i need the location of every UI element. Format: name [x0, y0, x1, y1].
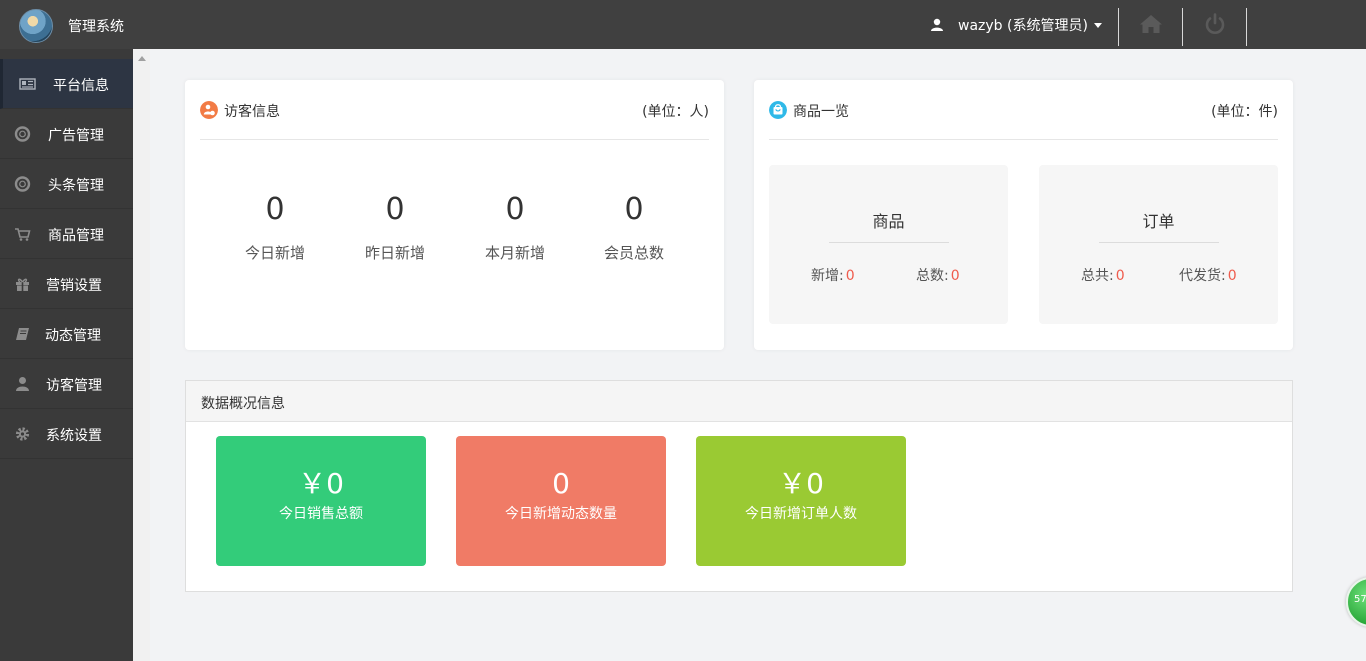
- book-icon: [16, 328, 29, 340]
- shopping-bag-icon: [769, 101, 787, 119]
- orders-summary-title: 订单: [1142, 212, 1175, 231]
- tile-today-sales: ￥0 今日销售总额: [216, 436, 426, 566]
- divider: [829, 242, 949, 243]
- lifebuoy-icon: [14, 176, 31, 192]
- goods-new-value: 0: [845, 268, 855, 284]
- stat-yesterday-new: 0 昨日新增: [335, 192, 455, 263]
- goods-summary-box: 商品 新增: 0 总数: 0: [769, 165, 1008, 324]
- floating-badge-text: 57: [1354, 594, 1366, 605]
- sidebar-item-settings[interactable]: 系统设置: [0, 409, 133, 459]
- orders-pending-label: 代发货:: [1179, 268, 1226, 284]
- goods-total-label: 总数:: [916, 268, 949, 284]
- app-title: 管理系统: [68, 19, 124, 35]
- orders-total-label: 总共:: [1081, 268, 1114, 284]
- goods-card: 商品一览 (单位：件) 商品 新增: 0 总数: 0 订单 总共: 0 代发货: 0: [754, 80, 1293, 350]
- stat-value: 0: [505, 192, 525, 227]
- user-icon: [16, 377, 29, 391]
- orders-pending: 代发货: 0: [1179, 265, 1237, 285]
- scrollbar[interactable]: [133, 49, 150, 661]
- goods-new: 新增: 0: [811, 265, 855, 285]
- goods-card-unit: (单位：件): [1211, 104, 1278, 120]
- user-icon: [931, 18, 943, 31]
- stat-member-total: 0 会员总数: [574, 192, 694, 263]
- sidebar-item-label: 商品管理: [48, 228, 104, 244]
- orders-total: 总共: 0: [1081, 265, 1125, 285]
- cart-icon: [15, 228, 31, 241]
- stat-label: 会员总数: [603, 244, 664, 262]
- goods-total: 总数: 0: [916, 265, 960, 285]
- goods-new-label: 新增:: [811, 268, 844, 284]
- orders-total-value: 0: [1115, 268, 1125, 284]
- visitor-icon: [200, 101, 218, 119]
- tile-label: 今日销售总额: [279, 506, 363, 522]
- visitor-card-unit: (单位：人): [642, 104, 709, 120]
- home-icon[interactable]: [1139, 12, 1163, 36]
- sidebar-item-platform-info[interactable]: 平台信息: [0, 59, 133, 109]
- visitor-card-header: 访客信息 (单位：人): [200, 80, 709, 140]
- sidebar-item-visitors[interactable]: 访客管理: [0, 359, 133, 409]
- sidebar-item-label: 动态管理: [45, 328, 101, 344]
- gift-icon: [16, 278, 29, 291]
- stat-label: 本月新增: [484, 244, 545, 262]
- stat-value: 0: [385, 192, 405, 227]
- sidebar-item-label: 平台信息: [53, 78, 109, 94]
- scroll-up-arrow-icon[interactable]: [138, 56, 146, 61]
- lifebuoy-icon: [14, 126, 31, 142]
- sidebar-item-goods[interactable]: 商品管理: [0, 209, 133, 259]
- tile-value: ￥0: [298, 467, 344, 500]
- sidebar: 平台信息 广告管理 头条管理 商品管理 营销设置 动态管理 访客管理 系统设置: [0, 49, 133, 661]
- sidebar-item-label: 系统设置: [46, 428, 102, 444]
- user-menu[interactable]: wazyb (系统管理员): [930, 15, 1102, 35]
- divider: [1099, 242, 1219, 243]
- sidebar-item-moments[interactable]: 动态管理: [0, 309, 133, 359]
- user-name: wazyb (系统管理员): [958, 18, 1088, 34]
- stat-value: 0: [265, 192, 285, 227]
- newspaper-icon: [19, 78, 36, 90]
- floating-badge[interactable]: 57: [1346, 577, 1366, 627]
- visitor-card: 访客信息 (单位：人) 0 今日新增 0 昨日新增 0 本月新增 0 会员总数: [185, 80, 724, 350]
- goods-card-title: 商品一览: [793, 104, 849, 120]
- stat-today-new: 0 今日新增: [215, 192, 335, 263]
- visitor-card-title: 访客信息: [224, 104, 280, 120]
- stat-label: 昨日新增: [364, 244, 425, 262]
- stat-month-new: 0 本月新增: [455, 192, 575, 263]
- tile-label: 今日新增订单人数: [745, 506, 857, 522]
- power-icon[interactable]: [1203, 12, 1227, 36]
- sidebar-item-label: 访客管理: [46, 378, 102, 394]
- data-overview-panel: 数据概况信息 ￥0 今日销售总额 0 今日新增动态数量 ￥0 今日新增订单人数: [185, 380, 1293, 592]
- gear-icon: [15, 427, 30, 441]
- stat-label: 今日新增: [244, 244, 305, 262]
- data-overview-header: 数据概况信息: [186, 381, 1292, 422]
- tile-value: ￥0: [778, 467, 824, 500]
- sidebar-item-label: 营销设置: [46, 278, 102, 294]
- chevron-down-icon: [1093, 22, 1102, 28]
- top-bar: 管理系统 wazyb (系统管理员): [0, 0, 1366, 49]
- logo-avatar: [19, 9, 53, 43]
- divider: [1246, 8, 1247, 46]
- sidebar-item-label: 广告管理: [48, 128, 104, 144]
- goods-total-value: 0: [950, 268, 960, 284]
- sidebar-item-headlines[interactable]: 头条管理: [0, 159, 133, 209]
- sidebar-item-ads[interactable]: 广告管理: [0, 109, 133, 159]
- divider: [1118, 8, 1119, 46]
- stat-value: 0: [624, 192, 644, 227]
- orders-summary-box: 订单 总共: 0 代发货: 0: [1039, 165, 1278, 324]
- tile-today-new-moments: 0 今日新增动态数量: [456, 436, 666, 566]
- sidebar-item-label: 头条管理: [48, 178, 104, 194]
- orders-pending-value: 0: [1227, 268, 1237, 284]
- tile-today-new-order-users: ￥0 今日新增订单人数: [696, 436, 906, 566]
- sidebar-item-marketing[interactable]: 营销设置: [0, 259, 133, 309]
- tile-label: 今日新增动态数量: [505, 506, 617, 522]
- tile-value: 0: [552, 467, 570, 500]
- goods-summary-title: 商品: [872, 212, 905, 231]
- data-overview-title: 数据概况信息: [201, 396, 285, 412]
- divider: [1182, 8, 1183, 46]
- goods-card-header: 商品一览 (单位：件): [769, 80, 1278, 140]
